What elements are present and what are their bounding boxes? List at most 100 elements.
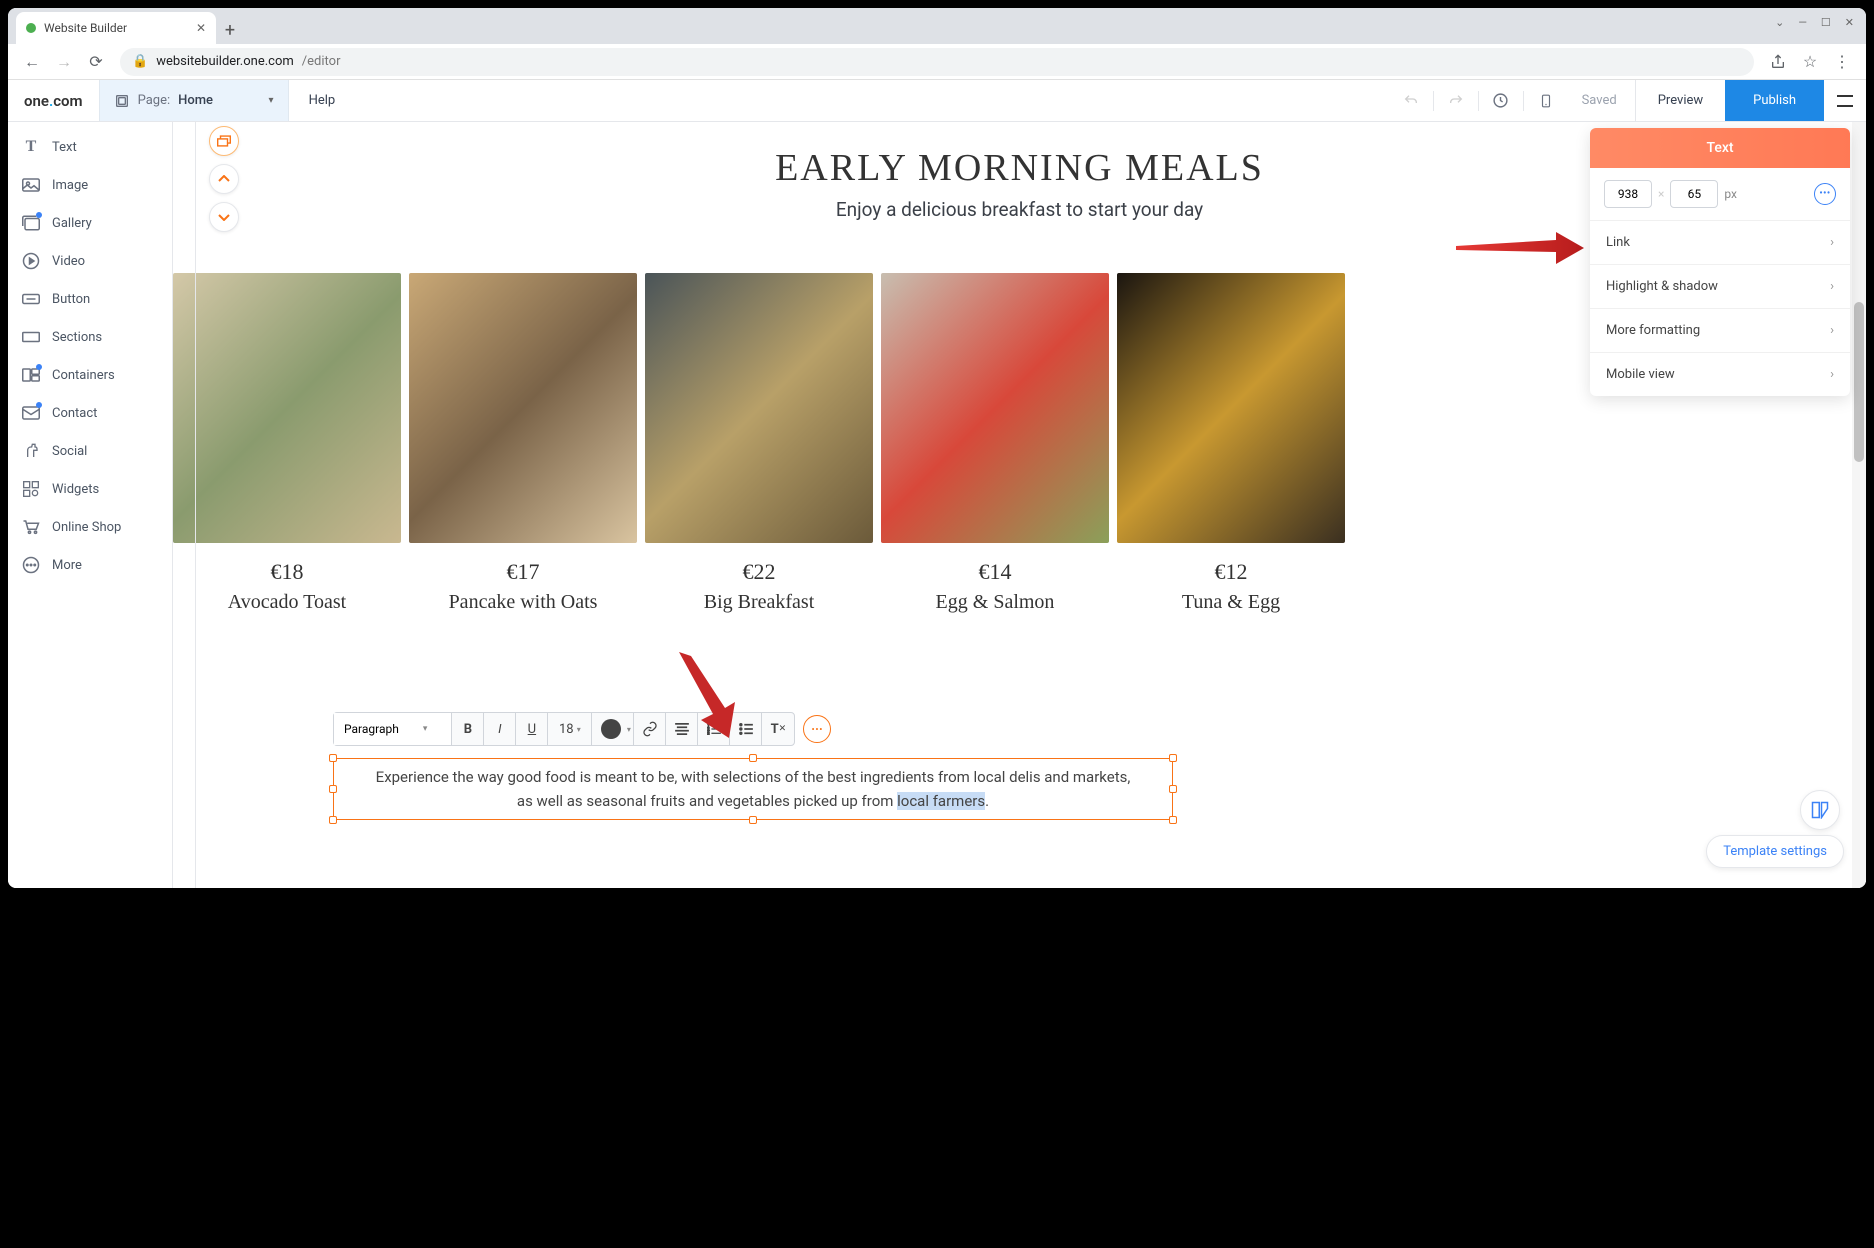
gallery-price: €22 [645,559,873,585]
history-button[interactable] [1483,83,1519,119]
button-icon [22,290,40,308]
resize-handle[interactable] [1169,785,1177,793]
scrollbar-track[interactable] [1852,122,1866,888]
forward-button[interactable]: → [50,48,78,76]
gallery-price: €18 [173,559,401,585]
sidebar-item-shop[interactable]: Online Shop [8,508,172,546]
tab-close-icon[interactable]: ✕ [196,21,206,35]
underline-button[interactable]: U [516,713,548,745]
layers-button[interactable] [209,126,239,156]
toolbar-more-button[interactable]: ••• [803,715,831,743]
resize-handle[interactable] [1169,816,1177,824]
sidebar: TText Image Gallery Video Button Section… [8,122,173,888]
sidebar-item-button[interactable]: Button [8,280,172,318]
gallery-image[interactable] [881,273,1109,543]
chevron-down-icon: ▾ [269,95,274,106]
help-button[interactable]: Help [289,93,356,108]
publish-button[interactable]: Publish [1725,80,1824,121]
italic-button[interactable]: I [484,713,516,745]
sidebar-item-text[interactable]: TText [8,128,172,166]
chevron-right-icon: › [1830,323,1834,338]
bookmark-icon[interactable]: ☆ [1796,48,1824,76]
page-selector[interactable]: Page: Home ▾ [99,80,289,121]
gallery-price: €14 [881,559,1109,585]
window-close[interactable]: ✕ [1845,16,1854,29]
mobile-preview-button[interactable] [1528,83,1564,119]
gallery-item[interactable]: €14Egg & Salmon [881,273,1109,614]
gallery-item[interactable]: €17Pancake with Oats [409,273,637,614]
width-input[interactable] [1604,180,1652,208]
resize-handle[interactable] [1169,754,1177,762]
gallery-item[interactable]: €18Avocado Toast [173,273,401,614]
resize-handle[interactable] [329,754,337,762]
link-button[interactable] [634,713,666,745]
sidebar-item-image[interactable]: Image [8,166,172,204]
notification-dot [36,364,42,370]
clear-format-button[interactable]: T✕ [762,713,794,745]
sidebar-item-gallery[interactable]: Gallery [8,204,172,242]
scrollbar-thumb[interactable] [1854,302,1864,462]
properties-panel: Text × px ••• Link› Highlight & shadow› … [1590,128,1850,396]
nav-up-button[interactable] [209,164,239,194]
window-minimize2[interactable]: — [1798,16,1807,29]
unit-label: px [1724,187,1737,201]
resize-handle[interactable] [749,754,757,762]
address-bar[interactable]: 🔒 websitebuilder.one.com/editor [120,48,1754,76]
font-size-select[interactable]: 18 ▾ [548,713,592,745]
resize-handle[interactable] [329,785,337,793]
app-header: one.com Page: Home ▾ Help Saved Preview … [8,80,1866,122]
gallery-image[interactable] [645,273,873,543]
save-status: Saved [1564,93,1635,108]
resize-handle[interactable] [749,816,757,824]
sidebar-item-video[interactable]: Video [8,242,172,280]
nav-down-button[interactable] [209,202,239,232]
logo[interactable]: one.com [8,92,99,110]
reload-button[interactable]: ⟳ [82,48,110,76]
sidebar-item-sections[interactable]: Sections [8,318,172,356]
gallery-item[interactable]: €12Tuna & Egg [1117,273,1345,614]
gallery-image[interactable] [1117,273,1345,543]
sidebar-item-containers[interactable]: Containers [8,356,172,394]
template-settings-button[interactable]: Template settings [1706,835,1844,868]
social-icon [22,442,40,460]
browser-menu-icon[interactable]: ⋮ [1828,48,1856,76]
text-icon: T [22,138,40,156]
color-picker[interactable]: ▾ [592,713,634,745]
sidebar-item-contact[interactable]: Contact [8,394,172,432]
share-icon[interactable] [1764,48,1792,76]
text-selection-box[interactable]: Experience the way good food is meant to… [333,758,1173,820]
panel-item-mobile[interactable]: Mobile view› [1590,353,1850,396]
window-maximize[interactable]: ☐ [1821,16,1831,29]
hamburger-menu[interactable] [1824,80,1866,122]
text-highlighted: local farmers [897,792,985,810]
panel-item-link[interactable]: Link› [1590,221,1850,265]
sidebar-item-social[interactable]: Social [8,432,172,470]
gallery-image[interactable] [409,273,637,543]
browser-tab[interactable]: Website Builder ✕ [16,12,216,44]
new-tab-button[interactable]: + [216,16,244,44]
bold-button[interactable]: B [452,713,484,745]
page-value: Home [178,93,213,108]
sidebar-item-more[interactable]: More [8,546,172,584]
gallery-price: €12 [1117,559,1345,585]
gallery-item[interactable]: €22Big Breakfast [645,273,873,614]
size-row: × px ••• [1590,168,1850,221]
sidebar-item-widgets[interactable]: Widgets [8,470,172,508]
gallery-image[interactable] [173,273,401,543]
redo-button[interactable] [1438,83,1474,119]
preview-button[interactable]: Preview [1635,80,1725,121]
more-icon [22,556,40,574]
undo-button[interactable] [1393,83,1429,119]
template-icon-button[interactable] [1800,790,1840,830]
window-minimize[interactable]: ⌄ [1775,16,1784,29]
size-more-button[interactable]: ••• [1814,183,1836,205]
panel-item-more-formatting[interactable]: More formatting› [1590,309,1850,353]
canvas[interactable]: EARLY MORNING MEALS Enjoy a delicious br… [173,122,1866,888]
paragraph-style-select[interactable]: Paragraph▾ [334,713,452,745]
height-input[interactable] [1670,180,1718,208]
times-icon: × [1658,187,1664,201]
chevron-right-icon: › [1830,367,1834,382]
resize-handle[interactable] [329,816,337,824]
panel-item-highlight[interactable]: Highlight & shadow› [1590,265,1850,309]
back-button[interactable]: ← [18,48,46,76]
